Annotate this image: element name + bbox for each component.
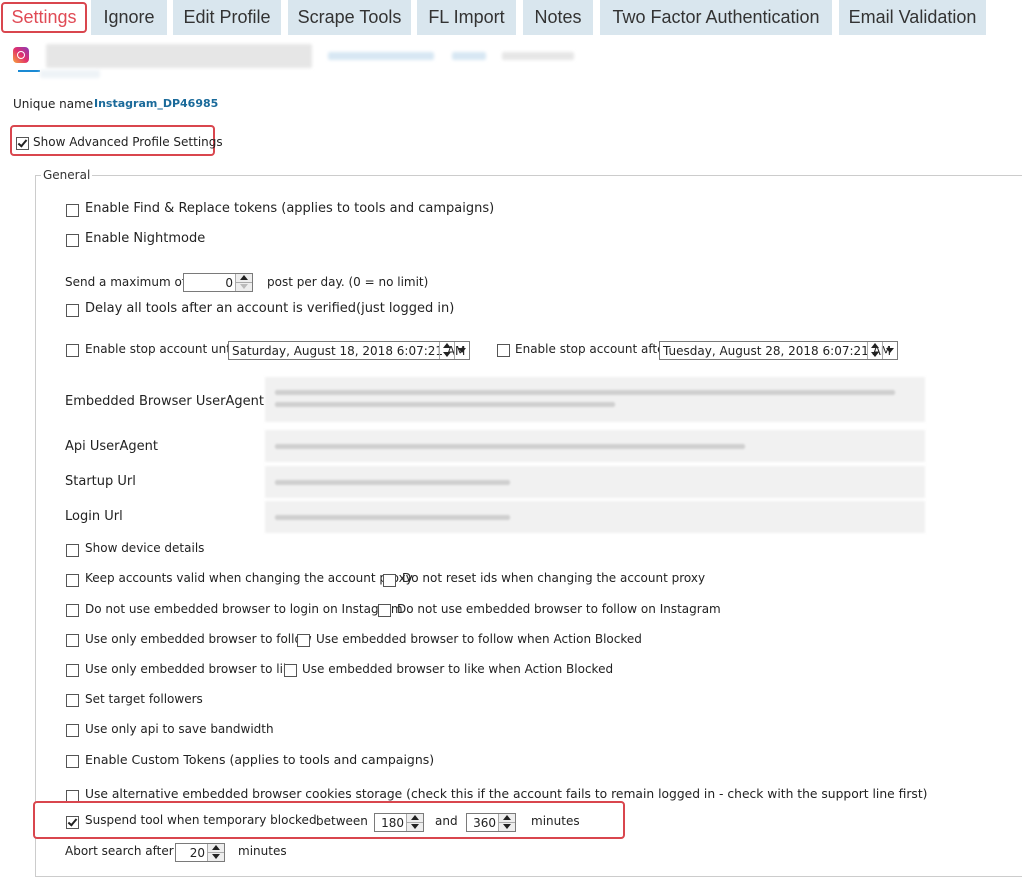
nightmode-label: Enable Nightmode bbox=[85, 231, 206, 246]
keep-valid-label: Keep accounts valid when changing the ac… bbox=[85, 571, 413, 585]
account-tab-underline bbox=[18, 70, 40, 72]
custom-tokens-label: Enable Custom Tokens (applies to tools a… bbox=[85, 752, 435, 767]
nightmode-checkbox[interactable] bbox=[66, 234, 79, 247]
suspend-checkbox[interactable] bbox=[66, 816, 79, 829]
show-advanced-label: Show Advanced Profile Settings bbox=[33, 135, 223, 149]
no-reset-ids-label: Do not reset ids when changing the accou… bbox=[402, 571, 706, 585]
tab-two-factor[interactable]: Two Factor Authentication bbox=[600, 0, 832, 35]
stop-after-datepicker[interactable]: Tuesday, August 28, 2018 6:07:21 AM bbox=[659, 341, 898, 360]
suspend-min-stepper[interactable]: 180 bbox=[374, 813, 424, 832]
date-up-icon[interactable] bbox=[440, 342, 454, 350]
date-down-icon[interactable] bbox=[868, 351, 882, 359]
only-embedded-like-label: Use only embedded browser to like bbox=[85, 662, 297, 676]
keep-valid-checkbox[interactable] bbox=[66, 574, 79, 587]
chevron-down-icon[interactable] bbox=[882, 342, 897, 359]
embedded-like-blocked-label: Use embedded browser to like when Action… bbox=[302, 662, 614, 676]
stepper-down-icon[interactable] bbox=[236, 283, 252, 291]
only-embedded-follow-label: Use only embedded browser to follow bbox=[85, 632, 312, 646]
show-device-label: Show device details bbox=[85, 541, 205, 555]
suspend-max-value: 360 bbox=[473, 816, 496, 830]
suspend-max-stepper[interactable]: 360 bbox=[466, 813, 516, 832]
and-label: and bbox=[435, 814, 458, 828]
stop-after-value: Tuesday, August 28, 2018 6:07:21 AM bbox=[663, 344, 892, 358]
send-max-stepper[interactable]: 0 bbox=[183, 273, 253, 292]
no-embedded-follow-label: Do not use embedded browser to follow on… bbox=[397, 602, 721, 616]
stepper-down-icon[interactable] bbox=[499, 823, 515, 831]
date-up-icon[interactable] bbox=[868, 342, 882, 350]
alt-cookies-label: Use alternative embedded browser cookies… bbox=[85, 787, 928, 801]
no-embedded-login-label: Do not use embedded browser to login on … bbox=[85, 602, 403, 616]
delay-tools-checkbox[interactable] bbox=[66, 304, 79, 317]
unique-name-value: Instagram_DP46985 bbox=[94, 97, 219, 110]
only-api-label: Use only api to save bandwidth bbox=[85, 722, 274, 736]
embedded-follow-blocked-label: Use embedded browser to follow when Acti… bbox=[316, 632, 642, 646]
account-link-2[interactable] bbox=[452, 52, 486, 60]
abort-label: Abort search after bbox=[65, 844, 174, 858]
tab-fl-import[interactable]: FL Import bbox=[417, 0, 516, 35]
tab-email-validation[interactable]: Email Validation bbox=[839, 0, 986, 35]
only-api-checkbox[interactable] bbox=[66, 724, 79, 737]
login-url-field[interactable] bbox=[265, 501, 925, 533]
embedded-ua-field[interactable] bbox=[265, 377, 925, 422]
instagram-icon bbox=[13, 47, 29, 63]
suspend-label: Suspend tool when temporary blocked bbox=[85, 813, 317, 827]
delay-tools-label: Delay all tools after an account is veri… bbox=[85, 301, 455, 316]
tab-ignore[interactable]: Ignore bbox=[91, 0, 167, 35]
startup-url-field[interactable] bbox=[265, 466, 925, 498]
stepper-up-icon[interactable] bbox=[499, 814, 515, 823]
date-down-icon[interactable] bbox=[440, 351, 454, 359]
embedded-like-blocked-checkbox[interactable] bbox=[284, 664, 297, 677]
tab-edit-profile[interactable]: Edit Profile bbox=[173, 0, 281, 35]
suspend-minutes-label: minutes bbox=[531, 814, 580, 828]
embedded-ua-label: Embedded Browser UserAgent bbox=[65, 394, 264, 409]
tab-bar: Settings Ignore Edit Profile Scrape Tool… bbox=[0, 0, 1022, 35]
stepper-up-icon[interactable] bbox=[407, 814, 423, 823]
startup-url-label: Startup Url bbox=[65, 474, 136, 489]
suspend-min-value: 180 bbox=[381, 816, 404, 830]
show-device-checkbox[interactable] bbox=[66, 544, 79, 557]
stepper-down-icon[interactable] bbox=[208, 853, 224, 861]
abort-minutes-label: minutes bbox=[238, 844, 287, 858]
send-max-suffix: post per day. (0 = no limit) bbox=[267, 275, 429, 289]
custom-tokens-checkbox[interactable] bbox=[66, 755, 79, 768]
login-url-label: Login Url bbox=[65, 509, 123, 524]
find-replace-checkbox[interactable] bbox=[66, 204, 79, 217]
only-embedded-like-checkbox[interactable] bbox=[66, 664, 79, 677]
stop-until-label: Enable stop account until bbox=[85, 342, 238, 356]
send-max-value: 0 bbox=[225, 276, 233, 290]
stepper-up-icon[interactable] bbox=[208, 844, 224, 853]
stop-until-value: Saturday, August 18, 2018 6:07:21 AM bbox=[232, 344, 466, 358]
target-followers-checkbox[interactable] bbox=[66, 694, 79, 707]
show-advanced-checkbox[interactable] bbox=[16, 137, 29, 150]
account-strip-shade bbox=[40, 70, 100, 78]
find-replace-label: Enable Find & Replace tokens (applies to… bbox=[85, 201, 495, 216]
general-legend: General bbox=[41, 168, 93, 182]
send-max-label: Send a maximum of bbox=[65, 275, 187, 289]
chevron-down-icon[interactable] bbox=[454, 342, 469, 359]
tab-scrape-tools[interactable]: Scrape Tools bbox=[288, 0, 411, 35]
account-link-1[interactable] bbox=[328, 52, 434, 60]
target-followers-label: Set target followers bbox=[85, 692, 203, 706]
api-ua-label: Api UserAgent bbox=[65, 439, 158, 454]
abort-stepper[interactable]: 20 bbox=[175, 843, 225, 862]
api-ua-field[interactable] bbox=[265, 430, 925, 462]
unique-name-label: Unique name bbox=[13, 97, 94, 111]
no-reset-ids-checkbox[interactable] bbox=[383, 574, 396, 587]
no-embedded-login-checkbox[interactable] bbox=[66, 604, 79, 617]
account-link-3[interactable] bbox=[502, 52, 574, 60]
account-selector[interactable] bbox=[46, 44, 312, 68]
embedded-follow-blocked-checkbox[interactable] bbox=[297, 634, 310, 647]
settings-tab-highlight bbox=[1, 2, 87, 33]
stop-until-checkbox[interactable] bbox=[66, 344, 79, 357]
stop-after-label: Enable stop account after bbox=[515, 342, 670, 356]
stop-until-datepicker[interactable]: Saturday, August 18, 2018 6:07:21 AM bbox=[228, 341, 470, 360]
abort-value: 20 bbox=[189, 846, 205, 860]
only-embedded-follow-checkbox[interactable] bbox=[66, 634, 79, 647]
between-label: between bbox=[316, 814, 368, 828]
stop-after-checkbox[interactable] bbox=[497, 344, 510, 357]
stepper-up-icon[interactable] bbox=[236, 274, 252, 283]
stepper-down-icon[interactable] bbox=[407, 823, 423, 831]
tab-notes[interactable]: Notes bbox=[523, 0, 593, 35]
no-embedded-follow-checkbox[interactable] bbox=[378, 604, 391, 617]
